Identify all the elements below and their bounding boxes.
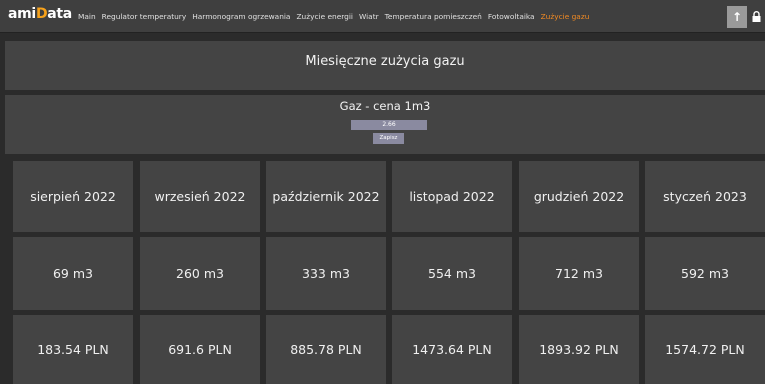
gas-price-input[interactable] [351, 120, 427, 130]
save-button[interactable]: Zapisz [373, 133, 404, 144]
usage-cell: 712 m3 [519, 237, 639, 310]
logo-text-d: D [35, 6, 48, 22]
nav-item-zuzycie-energii[interactable]: Zużycie energii [296, 12, 353, 21]
arrow-up-icon: ↑ [731, 9, 743, 24]
cost-cell: 1473.64 PLN [392, 315, 512, 384]
usage-cell: 333 m3 [266, 237, 386, 310]
cost-cell: 1893.92 PLN [519, 315, 639, 384]
lock-button[interactable] [747, 6, 765, 28]
scroll-up-button[interactable]: ↑ [727, 5, 747, 28]
nav-item-harmonogram-ogrzewania[interactable]: Harmonogram ogrzewania [192, 12, 290, 21]
month-cell: grudzień 2022 [519, 161, 639, 232]
nav-item-zuzycie-gazu[interactable]: Zużycie gazu [541, 12, 590, 21]
nav-item-main[interactable]: Main [78, 12, 96, 21]
usage-cell: 554 m3 [392, 237, 512, 310]
page-title-panel: Miesięczne zużycia gazu [5, 41, 765, 90]
usage-cell: 260 m3 [140, 237, 260, 310]
main-nav: Main Regulator temperatury Harmonogram o… [78, 0, 589, 33]
cost-cell: 691.6 PLN [140, 315, 260, 384]
nav-item-regulator-temperatury[interactable]: Regulator temperatury [102, 12, 187, 21]
cost-cell: 1574.72 PLN [645, 315, 765, 384]
gas-price-label: Gaz - cena 1m3 [339, 99, 431, 113]
logo-text-b: ata [47, 6, 72, 22]
month-cell: listopad 2022 [392, 161, 512, 232]
month-cell: wrzesień 2022 [140, 161, 260, 232]
cost-cell: 885.78 PLN [266, 315, 386, 384]
lock-icon [752, 11, 760, 22]
nav-item-fotowoltaika[interactable]: Fotowoltaika [488, 12, 535, 21]
page-title: Miesięczne zużycia gazu [305, 54, 465, 69]
month-cell: październik 2022 [266, 161, 386, 232]
logo-text-a: ami [8, 6, 36, 22]
topbar-actions: ↑ [727, 0, 765, 33]
usage-cell: 592 m3 [645, 237, 765, 310]
nav-item-temperatura-pomieszczen[interactable]: Temperatura pomieszczeń [385, 12, 482, 21]
nav-item-wiatr[interactable]: Wiatr [359, 12, 379, 21]
cost-cell: 183.54 PLN [13, 315, 133, 384]
usage-cell: 69 m3 [13, 237, 133, 310]
top-navigation-bar: amiData Main Regulator temperatury Harmo… [0, 0, 765, 33]
month-cell: styczeń 2023 [645, 161, 765, 232]
amidata-logo[interactable]: amiData [8, 6, 72, 22]
month-cell: sierpień 2022 [13, 161, 133, 232]
